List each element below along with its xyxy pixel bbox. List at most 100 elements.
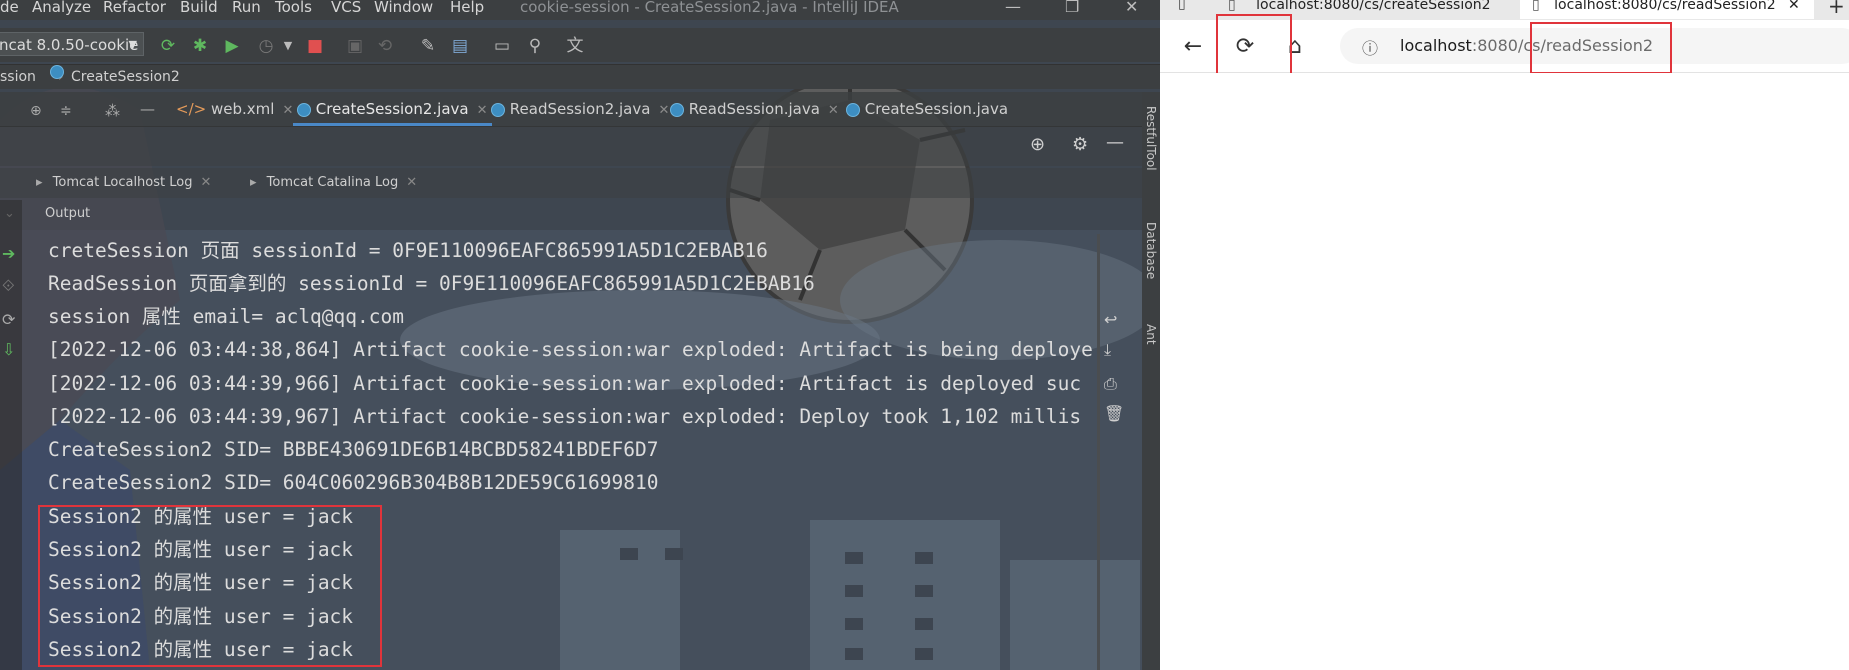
soft-wrap-icon[interactable]: ↩ (1104, 310, 1117, 329)
stop-small-icon[interactable]: ⟐ (2, 276, 15, 296)
close-tab-icon[interactable]: ✕ (828, 103, 839, 118)
close-icon[interactable]: ✕ (1125, 0, 1138, 16)
class-icon (670, 102, 684, 117)
tab-readsession-java[interactable]: ReadSession.java ✕ (670, 92, 839, 126)
search-icon[interactable]: ⚲ (525, 36, 545, 56)
breadcrumb-module[interactable]: ssion (0, 65, 36, 89)
tool-label: Database (1144, 222, 1158, 280)
close-tab-icon[interactable]: ✕ (1788, 0, 1800, 13)
close-tab-icon[interactable]: ✕ (477, 103, 488, 118)
run-gutter: ➔ ⟐ ⟳ ⇩ (0, 200, 22, 670)
browser-window: ▯ ▯ localhost:8080/cs/createSession2 ✕ ▯… (1160, 0, 1849, 670)
scroll-to-end-icon[interactable]: ⤓ (1104, 340, 1111, 360)
site-info-icon[interactable]: ⓘ (1362, 35, 1378, 59)
tab-web-xml[interactable]: </> web.xml ✕ (176, 92, 293, 126)
tab-title: localhost:8080/cs/readSession2 (1554, 0, 1776, 13)
sidebar-toggle-icon[interactable]: ▯ (1178, 0, 1186, 12)
tool-window-header: ⊕ ⚙ — (0, 126, 1142, 166)
menu-refactor[interactable]: Refactor (103, 0, 166, 16)
url-host: localhost (1400, 36, 1472, 55)
close-tab-icon[interactable]: ✕ (406, 175, 417, 190)
console-scrollbar[interactable] (1097, 234, 1100, 670)
home-icon[interactable]: ⌂ (1280, 32, 1310, 62)
menu-help[interactable]: Help (450, 0, 484, 16)
console-line: creteSession 页面 sessionId = 0F9E110096EA… (48, 239, 768, 262)
run-configuration-label: ncat 8.0.50-cookie (0, 36, 139, 54)
translate-icon[interactable]: 文 (565, 36, 585, 56)
tab-tomcat-localhost-log[interactable]: ▸ Tomcat Localhost Log ✕ (36, 168, 211, 198)
tab-label: web.xml (210, 100, 275, 118)
structure-icon[interactable]: ⁂ (105, 94, 120, 128)
trash-icon[interactable]: 🗑 (1104, 404, 1124, 423)
minimize-icon[interactable]: — (1005, 0, 1021, 16)
project-structure-icon[interactable]: ▤ (450, 36, 470, 56)
target-icon[interactable]: ⊕ (1030, 134, 1045, 155)
close-tab-icon[interactable]: ✕ (282, 103, 293, 118)
deploy-icon[interactable]: ➔ (2, 244, 15, 263)
database-tool-button[interactable]: Database (1144, 222, 1158, 279)
back-icon[interactable]: ← (1178, 32, 1208, 62)
chevron-down-icon: ▼ (128, 38, 137, 51)
console-line: Session2 的属性 user = jack (48, 638, 354, 661)
tab-tomcat-catalina-log[interactable]: ▸ Tomcat Catalina Log ✕ (250, 168, 417, 198)
debug-icon[interactable]: ✱ (190, 36, 210, 56)
collapse-icon[interactable]: ⊕ (30, 94, 42, 128)
restfultool-tool-button[interactable]: RestfulTool (1144, 106, 1158, 171)
menu-vcs[interactable]: VCS (331, 0, 361, 16)
terminal-icon[interactable]: ▭ (492, 36, 512, 56)
log-icon: ▸ (250, 175, 257, 190)
console-line: CreateSession2 SID= BBBE430691DE6B14BCBD… (48, 438, 659, 461)
menu-tools[interactable]: Tools (275, 0, 312, 16)
menu-window[interactable]: Window (374, 0, 433, 16)
browser-tab-strip: ▯ ▯ localhost:8080/cs/createSession2 ✕ ▯… (1160, 0, 1849, 20)
profile-dropdown-icon[interactable]: ▼ (278, 36, 298, 56)
update-icon[interactable]: ⟲ (375, 36, 395, 56)
browser-page-content (1160, 73, 1849, 670)
tab-label: CreateSession.java (864, 100, 1009, 118)
new-tab-icon[interactable]: + (1828, 0, 1845, 18)
print-icon[interactable]: ⎙ (1104, 374, 1117, 394)
build-icon[interactable]: ▣ (345, 36, 365, 56)
run-configuration-select[interactable]: ncat 8.0.50-cookie ▼ (0, 32, 144, 56)
main-toolbar: ncat 8.0.50-cookie ▼ ⟳ ✱ ▶ ◷ ▼ ■ ▣ ⟲ ✎ ▤… (0, 28, 1160, 62)
gear-icon[interactable]: ⚙ (1072, 134, 1088, 155)
close-tab-icon[interactable]: ✕ (200, 175, 211, 190)
console-line: [2022-12-06 03:44:39,967] Artifact cooki… (48, 405, 1082, 428)
restore-icon[interactable]: ❐ (1065, 0, 1079, 16)
menu-analyze[interactable]: Analyze (32, 0, 91, 16)
breadcrumb: ssion › CreateSession2 (0, 64, 1160, 89)
browser-address-row: ← ⟳ ⌂ ⓘ localhost:8080/cs/readSession2 (1160, 20, 1849, 73)
expand-icon[interactable]: ≑ (60, 94, 72, 128)
output-label: Output (45, 206, 91, 221)
window-title: cookie-session - CreateSession2.java - I… (520, 0, 899, 16)
refresh-icon[interactable]: ⟳ (2, 310, 15, 329)
rerun-icon[interactable]: ⟳ (158, 36, 178, 56)
profile-icon[interactable]: ◷ (256, 36, 276, 56)
tab-createsession-java[interactable]: CreateSession.java (846, 92, 1008, 126)
browser-tab-readsession2[interactable]: ▯ localhost:8080/cs/readSession2 ✕ (1520, 0, 1814, 19)
close-tab-icon[interactable]: ✕ (658, 103, 669, 118)
console-line: CreateSession2 SID= 604C060296B304B8B12D… (48, 471, 659, 494)
class-icon (297, 102, 311, 117)
minimize-panel-icon[interactable]: — (140, 92, 155, 126)
console-line: Session2 的属性 user = jack (48, 538, 354, 561)
menu-build[interactable]: Build (180, 0, 218, 16)
tab-readsession2-java[interactable]: ReadSession2.java ✕ (491, 92, 669, 126)
tab-label: ReadSession.java (688, 100, 820, 118)
address-bar[interactable]: ⓘ localhost:8080/cs/readSession2 (1340, 28, 1849, 64)
hide-icon[interactable]: — (1106, 132, 1124, 153)
menu-run[interactable]: Run (232, 0, 261, 16)
ant-tool-button[interactable]: Ant (1144, 324, 1158, 345)
url-path: :8080/cs/readSession2 (1471, 36, 1654, 55)
tool-label: Ant (1144, 324, 1158, 345)
tab-createsession2-java[interactable]: CreateSession2.java ✕ (293, 92, 492, 126)
console-line: [2022-12-06 03:44:38,864] Artifact cooki… (48, 338, 1093, 361)
console-output[interactable]: creteSession 页面 sessionId = 0F9E110096EA… (48, 234, 1098, 670)
download-icon[interactable]: ⇩ (2, 340, 15, 359)
coverage-icon[interactable]: ▶ (222, 36, 242, 56)
refresh-icon[interactable]: ⟳ (1230, 32, 1260, 62)
stop-icon[interactable]: ■ (305, 36, 325, 56)
breadcrumb-class[interactable]: CreateSession2 (71, 65, 180, 89)
wrench-icon[interactable]: ✎ (418, 36, 438, 56)
menu-item[interactable]: de (0, 0, 19, 16)
